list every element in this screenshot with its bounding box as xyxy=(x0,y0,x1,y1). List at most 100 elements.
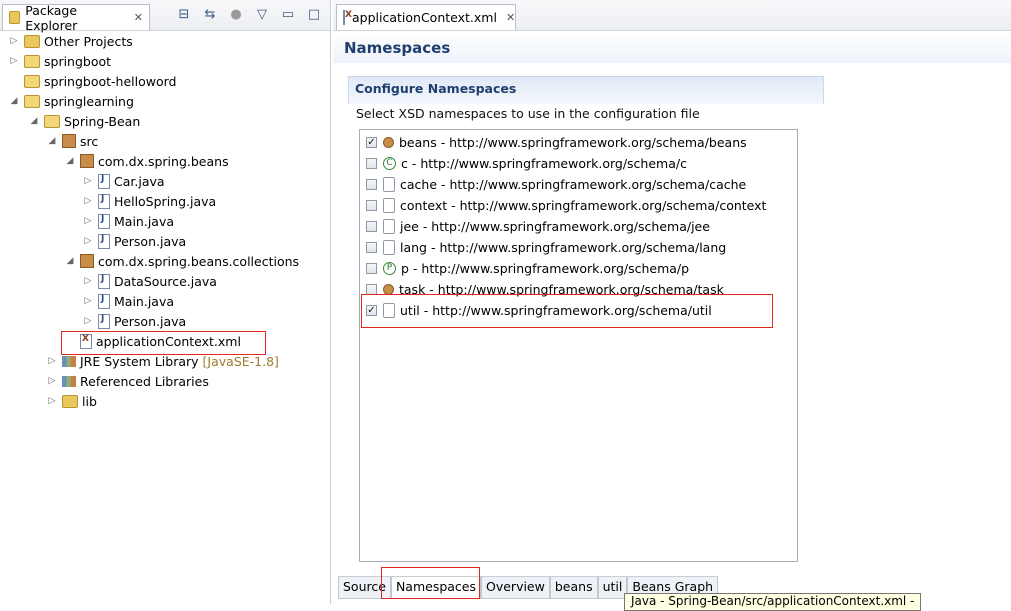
tree-node-label: Referenced Libraries xyxy=(80,373,209,389)
java-file-icon xyxy=(98,313,110,329)
tree-node-person-java[interactable]: ▷ Person.java xyxy=(82,232,186,250)
tab-package-explorer[interactable]: Package Explorer ✕ xyxy=(2,2,150,33)
annotation-highlight-namespaces-tab xyxy=(381,567,480,599)
namespace-label: context - http://www.springframework.org… xyxy=(400,197,767,213)
collapse-arrow-icon[interactable]: ◢ xyxy=(28,116,40,126)
view-menu-icon[interactable]: ▽ xyxy=(254,7,270,22)
expand-arrow-icon[interactable]: ▷ xyxy=(8,56,20,66)
checkbox[interactable] xyxy=(366,136,377,148)
project-icon xyxy=(24,54,40,68)
tab-applicationcontext-xml[interactable]: applicationContext.xml ✕ xyxy=(336,4,516,30)
expand-arrow-icon[interactable]: ▷ xyxy=(82,196,94,206)
tree-node-springboot[interactable]: ▷ springboot xyxy=(8,52,112,70)
explorer-toolbar: ⊟ ⇆ ● ▽ ▭ □ xyxy=(176,7,322,22)
close-icon[interactable]: ✕ xyxy=(506,11,515,24)
tree-node-label: HelloSpring.java xyxy=(114,193,217,209)
namespace-label: lang - http://www.springframework.org/sc… xyxy=(400,239,727,255)
java-file-icon xyxy=(98,233,110,249)
tree-node-label: JRE System Library xyxy=(80,353,199,369)
tree-node-hellospring-java[interactable]: ▷ HelloSpring.java xyxy=(82,192,216,210)
checkbox[interactable] xyxy=(366,199,377,211)
minimize-icon[interactable]: ▭ xyxy=(280,7,296,22)
namespace-row-lang[interactable]: lang - http://www.springframework.org/sc… xyxy=(366,237,726,257)
checkbox[interactable] xyxy=(366,220,377,232)
checkbox[interactable] xyxy=(366,262,377,274)
close-icon[interactable]: ✕ xyxy=(134,11,143,24)
expand-arrow-icon[interactable]: ▷ xyxy=(46,376,58,386)
collapse-arrow-icon[interactable]: ◢ xyxy=(8,96,20,106)
tree-node-springboot-helloword[interactable]: springboot-helloword xyxy=(8,72,177,90)
namespace-label: jee - http://www.springframework.org/sch… xyxy=(400,218,710,234)
tree-node-label: Spring-Bean xyxy=(64,113,141,129)
namespace-label: beans - http://www.springframework.org/s… xyxy=(399,134,747,150)
expand-arrow-icon[interactable]: ▷ xyxy=(82,316,94,326)
annotation-highlight-util xyxy=(361,294,773,328)
checkbox[interactable] xyxy=(366,178,377,190)
page-tab-util[interactable]: util xyxy=(597,577,628,599)
folder-icon xyxy=(62,394,78,408)
section-description: Select XSD namespaces to use in the conf… xyxy=(356,106,700,121)
page-tab-beans[interactable]: beans xyxy=(549,577,598,599)
tree-node-other-projects[interactable]: ▷ Other Projects xyxy=(8,32,133,50)
namespace-row-cache[interactable]: cache - http://www.springframework.org/s… xyxy=(366,174,746,194)
namespace-label: c - http://www.springframework.org/schem… xyxy=(401,155,687,171)
tree-node-package-collections[interactable]: ◢ com.dx.spring.beans.collections xyxy=(64,252,300,270)
checkbox[interactable] xyxy=(366,157,377,169)
expand-arrow-icon[interactable]: ▷ xyxy=(82,216,94,226)
tree-node-lib[interactable]: ▷ lib xyxy=(46,392,97,410)
expand-arrow-icon[interactable]: ▷ xyxy=(82,236,94,246)
schema-icon xyxy=(383,197,395,213)
tree-node-main-java-2[interactable]: ▷ Main.java xyxy=(82,292,174,310)
tree-node-datasource-java[interactable]: ▷ DataSource.java xyxy=(82,272,217,290)
editor-tab-bar: applicationContext.xml ✕ xyxy=(333,0,1011,31)
namespace-label: p - http://www.springframework.org/schem… xyxy=(401,260,690,276)
collapse-arrow-icon[interactable]: ◢ xyxy=(64,156,76,166)
collapse-arrow-icon[interactable]: ◢ xyxy=(64,256,76,266)
java-project-icon xyxy=(44,114,60,128)
tree-node-package-beans[interactable]: ◢ com.dx.spring.beans xyxy=(64,152,229,170)
project-icon xyxy=(24,74,40,88)
tree-node-label: com.dx.spring.beans xyxy=(98,153,229,169)
expand-arrow-icon[interactable]: ▷ xyxy=(82,176,94,186)
namespace-list[interactable]: beans - http://www.springframework.org/s… xyxy=(359,129,798,562)
maximize-icon[interactable]: □ xyxy=(306,7,322,22)
tree-node-label: springboot-helloword xyxy=(44,73,177,89)
tree-node-src[interactable]: ◢ src xyxy=(46,132,99,150)
namespace-row-beans[interactable]: beans - http://www.springframework.org/s… xyxy=(366,132,747,152)
expand-arrow-icon[interactable]: ▷ xyxy=(82,276,94,286)
tree-node-car-java[interactable]: ▷ Car.java xyxy=(82,172,165,190)
tree-node-main-java[interactable]: ▷ Main.java xyxy=(82,212,174,230)
checkbox[interactable] xyxy=(366,283,377,295)
expand-arrow-icon[interactable]: ▷ xyxy=(46,396,58,406)
expand-arrow-icon[interactable]: ▷ xyxy=(46,356,58,366)
expand-arrow-icon[interactable]: ▷ xyxy=(82,296,94,306)
collapse-all-icon[interactable]: ⊟ xyxy=(176,7,192,22)
editor-tab-title: applicationContext.xml xyxy=(352,10,497,25)
namespace-row-c[interactable]: C c - http://www.springframework.org/sch… xyxy=(366,153,687,173)
link-with-editor-icon[interactable]: ⇆ xyxy=(202,7,218,22)
checkbox[interactable] xyxy=(366,241,377,253)
tree-node-spring-bean[interactable]: ◢ Spring-Bean xyxy=(28,112,141,130)
working-set-icon xyxy=(24,34,40,48)
expand-arrow-icon[interactable]: ▷ xyxy=(8,36,20,46)
package-explorer-title: Package Explorer xyxy=(25,2,78,33)
bean-icon xyxy=(383,136,394,148)
page-tab-overview[interactable]: Overview xyxy=(481,577,550,599)
package-icon xyxy=(80,154,94,168)
tree-node-label: springlearning xyxy=(44,93,134,109)
tree-node-referenced-libraries[interactable]: ▷ Referenced Libraries xyxy=(46,372,209,390)
tree-node-person-java-2[interactable]: ▷ Person.java xyxy=(82,312,186,330)
tree-node-springlearning[interactable]: ◢ springlearning xyxy=(8,92,134,110)
namespace-row-jee[interactable]: jee - http://www.springframework.org/sch… xyxy=(366,216,710,236)
collapse-arrow-icon[interactable]: ◢ xyxy=(46,136,58,146)
schema-icon xyxy=(383,218,395,234)
section-title[interactable]: Configure Namespaces xyxy=(348,76,824,104)
filter-icon[interactable]: ● xyxy=(228,7,244,22)
annotation-highlight-xml xyxy=(61,331,266,355)
namespace-row-p[interactable]: P p - http://www.springframework.org/sch… xyxy=(366,258,689,278)
namespace-row-context[interactable]: context - http://www.springframework.org… xyxy=(366,195,766,215)
jre-version-decoration: [JavaSE-1.8] xyxy=(202,353,279,369)
source-folder-icon xyxy=(62,134,76,148)
tree-node-label: Person.java xyxy=(114,233,187,249)
tree-node-label: springboot xyxy=(44,53,112,69)
